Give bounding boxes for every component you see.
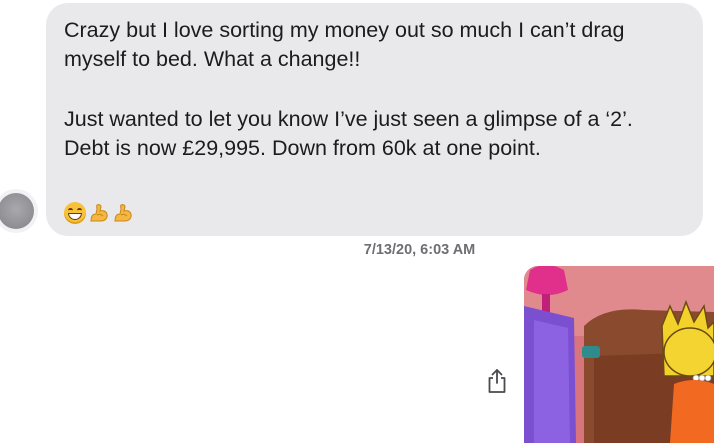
flexed-biceps-icon [114,204,132,222]
message-line: myself to bed. What a change!! [64,47,361,71]
gif-attachment[interactable] [524,266,714,443]
flexed-biceps-icon [90,204,108,222]
message-line: Just wanted to let you know I’ve just se… [64,107,633,131]
message-line: Crazy but I love sorting my money out so… [64,18,625,42]
message-timestamp: 7/13/20, 6:03 AM [363,242,476,258]
message-bubble[interactable]: Crazy but I love sorting my money out so… [46,3,703,236]
grinning-face-icon [64,202,86,224]
emoji-row [64,199,134,227]
message-line: Debt is now £29,995. Down from 60k at on… [64,136,541,160]
gif-image [524,266,714,443]
share-icon[interactable] [486,368,508,394]
